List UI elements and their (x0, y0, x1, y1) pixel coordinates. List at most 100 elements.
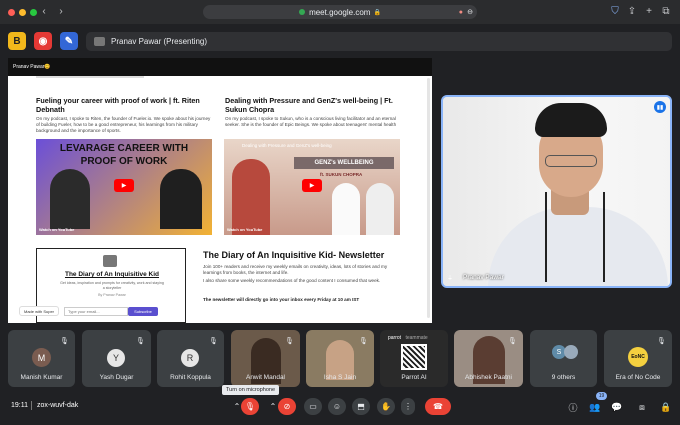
article-1-text: On my podcast, I spoke to Riten, the fou… (36, 116, 211, 133)
browser-toolbar: ‹ › meet.google.com 🔒 ● ⊖ ⛉ ⇪ + ⧉ (0, 0, 680, 24)
camera-toggle-button[interactable]: ⊘ (278, 398, 296, 415)
activities-icon[interactable]: ⧈ (636, 401, 648, 413)
host-2-photo (366, 183, 394, 235)
article-1-title[interactable]: Fueling your career with proof of work |… (36, 96, 214, 114)
record-app-icon[interactable]: ◉ (34, 32, 52, 50)
draw-app-icon[interactable]: ✎ (60, 32, 78, 50)
people-icon[interactable]: 👥 (589, 401, 601, 413)
meeting-divider (31, 401, 32, 410)
emoji-button[interactable]: ☺ (328, 398, 346, 415)
participant-tile-rohit[interactable]: R 🎙︎ Rohit Koppula (157, 330, 224, 387)
participant-name: Parrot AI (401, 374, 427, 381)
present-button[interactable]: ⬒ (352, 398, 370, 415)
mic-off-icon: 🎙︎ (209, 337, 218, 345)
pin-icon[interactable]: ⏚ (447, 273, 453, 282)
divider (36, 76, 144, 78)
subscribe-button[interactable]: Subscribe (128, 307, 158, 316)
presenting-bar: Pranav Pawar (Presenting) (86, 32, 672, 51)
page-scrollbar[interactable] (427, 78, 430, 318)
participant-tile-manish[interactable]: M 🎙︎ Manish Kumar (8, 330, 75, 387)
watch-on-youtube-link-2[interactable]: Watch on YouTube (227, 227, 262, 232)
participant-tile-abhishek[interactable]: 🎙︎ Abhishek Paatni (454, 330, 523, 387)
url-text: meet.google.com (309, 7, 371, 17)
info-icon[interactable]: ⓘ (567, 401, 579, 413)
mic-in-use-icon[interactable]: ● (459, 9, 463, 16)
emoji-icon: ☺ (332, 402, 342, 411)
mic-toggle-button[interactable]: 🎙︎ (241, 398, 259, 415)
avatar: M (32, 348, 51, 367)
newsletter-paragraph-1: Join 100+ readers and receive my weekly … (203, 264, 388, 275)
raise-hand-button[interactable]: ✋ (377, 398, 395, 415)
participant-name: Anwit Mandal (245, 374, 286, 381)
video-1-banner: LEVARAGE CAREER WITH PROOF OF WORK (59, 143, 189, 167)
newsletter-card-text: Get ideas, inspiration and prompts for c… (60, 281, 164, 290)
mic-off-icon: 🎙︎ (508, 337, 517, 345)
active-speaker-tile[interactable]: ▮▮ Pranav Pawar ⏚ (441, 95, 672, 288)
video-2-title: Dealing with Pressure and GenZ's well-be… (242, 143, 332, 148)
shield-icon[interactable]: ⛉ (609, 6, 621, 18)
meeting-time: 19:11 (11, 402, 28, 409)
maximize-window-button[interactable] (30, 9, 37, 16)
participant-tile-eonc[interactable]: EoNC 🎙︎ Era of No Code (604, 330, 672, 387)
new-tab-icon[interactable]: + (643, 6, 655, 18)
participant-tile-anwit[interactable]: 🎙︎ Anwit Mandal (231, 330, 300, 387)
newsletter-card-title: The Diary of An Inquisitive Kid (64, 271, 160, 278)
participant-name: Rohit Koppula (170, 374, 211, 381)
participant-name: Yash Dugar (99, 374, 134, 381)
participant-tile-yash[interactable]: Y 🎙︎ Yash Dugar (82, 330, 151, 387)
made-with-text: Made with Super (24, 308, 55, 314)
article-2-text: On my podcast, I spoke to Sukun, who is … (225, 116, 397, 127)
participant-tile-isha[interactable]: 🎙︎ Isha S Jain (306, 330, 374, 387)
tabs-overview-icon[interactable]: ⧉ (660, 6, 672, 18)
parrot-brand-text: parrot (388, 335, 402, 341)
more-options-button[interactable]: ⋮ (401, 398, 415, 415)
newsletter-title: The Diary of An Inquisitive Kid- Newslet… (203, 250, 385, 260)
participant-tile-others[interactable]: S 9 others (530, 330, 597, 387)
video-2-banner: GENZ's WELLBEING (294, 157, 394, 169)
participant-name: Manish Kumar (20, 374, 63, 381)
newsletter-paragraph-2: I also share some weekly recommendations… (203, 278, 381, 283)
people-count: 19 (598, 393, 605, 399)
address-bar[interactable]: meet.google.com 🔒 ● ⊖ (203, 5, 477, 19)
email-input[interactable] (64, 307, 128, 316)
people-count-badge: 19 (596, 392, 607, 400)
newsletter-logo (103, 255, 117, 267)
close-window-button[interactable] (8, 9, 15, 16)
play-icon[interactable]: ▶ (302, 179, 322, 192)
miro-app-icon[interactable]: B (8, 32, 26, 50)
share-icon[interactable]: ⇪ (626, 6, 638, 18)
mic-off-icon: 🎙︎ (136, 337, 145, 345)
video-thumbnail-1[interactable]: LEVARAGE CAREER WITH PROOF OF WORK ▶ Wat… (36, 139, 212, 235)
host-controls-icon[interactable]: 🔒 (660, 401, 672, 413)
guest-3-photo (332, 183, 360, 235)
article-2-title[interactable]: Dealing with Pressure and GenZ's well-be… (225, 96, 415, 114)
leave-call-button[interactable]: ☎ (425, 398, 451, 415)
forward-arrow-icon[interactable]: › (55, 6, 67, 18)
video-thumbnail-2[interactable]: Dealing with Pressure and GenZ's well-be… (224, 139, 400, 235)
site-favicon-icon (299, 9, 306, 15)
play-icon[interactable]: ▶ (114, 179, 134, 192)
raise-hand-icon: ✋ (381, 402, 391, 411)
eonc-logo-text: EoNC (631, 354, 645, 360)
speaker-name: Pranav Pawar (463, 274, 504, 281)
speaker-glasses (545, 155, 597, 167)
camera-off-icon: ⊘ (283, 402, 291, 411)
chat-icon[interactable]: 💬 (611, 401, 623, 413)
mic-tooltip: Turn on microphone (222, 385, 280, 395)
newsletter-card-by: By Pranav Pawar (98, 293, 126, 297)
participant-tile-parrot[interactable]: parrot teammate Parrot AI (380, 330, 448, 387)
back-arrow-icon[interactable]: ‹ (38, 6, 50, 18)
parrot-team-text: teammate (405, 335, 428, 341)
mic-off-icon: 🎙︎ (359, 337, 368, 345)
captions-button[interactable]: ▭ (304, 398, 322, 415)
meeting-code: zox-wuvf-dak (37, 402, 79, 409)
lock-icon: 🔒 (373, 9, 381, 16)
more-vert-icon: ⋮ (404, 402, 412, 411)
mic-off-icon: 🎙︎ (657, 337, 666, 345)
minimize-window-button[interactable] (19, 9, 26, 16)
watch-on-youtube-link-1[interactable]: Watch on YouTube (39, 227, 74, 232)
host-photo (160, 169, 202, 229)
shared-page-header: Pranav Pawar😊 (8, 58, 432, 76)
extension-icon[interactable]: ⊖ (467, 8, 473, 16)
made-with-badge[interactable]: Made with Super (19, 306, 60, 316)
